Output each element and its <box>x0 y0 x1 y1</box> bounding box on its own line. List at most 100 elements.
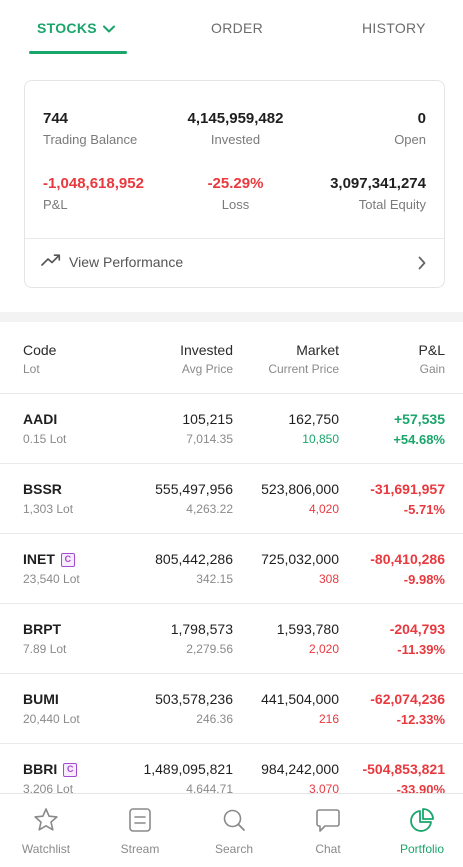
holding-market-cell: 162,750 10,850 <box>288 411 339 447</box>
holding-row[interactable]: BSSR 1,303 Lot 555,497,956 4,263.22 523,806,… <box>0 464 463 534</box>
nav-portfolio-label: Portfolio <box>399 842 445 856</box>
header-gain-label: Gain <box>419 362 445 376</box>
nav-stream-label: Stream <box>120 842 160 856</box>
tab-stocks-label: STOCKS <box>37 20 97 36</box>
holding-pnl-cell: -80,410,286 -9.98% <box>370 551 445 587</box>
portfolio-icon <box>382 806 462 834</box>
nav-watchlist-label: Watchlist <box>21 842 71 856</box>
open-label: Open <box>394 132 426 147</box>
holding-pnl: -80,410,286 <box>370 551 445 567</box>
view-performance-label: View Performance <box>69 253 184 270</box>
nav-chat-label: Chat <box>315 842 341 856</box>
holding-code-wrap: INET C <box>23 551 80 568</box>
holding-row[interactable]: BUMI 20,440 Lot 503,578,236 246.36 441,504,0… <box>0 674 463 744</box>
holding-avg-price: 246.36 <box>196 712 233 726</box>
holding-invested-cell: 1,798,573 2,279.56 <box>171 621 233 657</box>
holding-invested-cell: 555,497,956 4,263.22 <box>155 481 233 517</box>
holding-pnl-cell: -204,793 -11.39% <box>390 621 445 657</box>
header-code: Code Lot <box>23 342 56 377</box>
holding-pnl-cell: -31,691,957 -5.71% <box>370 481 445 517</box>
holding-market: 1,593,780 <box>276 621 339 637</box>
holding-pnl: -62,074,236 <box>370 691 445 707</box>
holding-market: 523,806,000 <box>261 481 339 497</box>
nav-search-label: Search <box>214 842 254 856</box>
star-icon <box>6 806 86 834</box>
holding-current-price: 4,020 <box>308 502 339 516</box>
holding-code-wrap: BRPT <box>23 621 66 638</box>
holding-lot: 1,303 Lot <box>23 502 74 516</box>
holding-avg-price: 7,014.35 <box>186 432 233 446</box>
chevron-down-icon <box>102 20 115 36</box>
holding-row[interactable]: AADI 0.15 Lot 105,215 7,014.35 162,750 10,850… <box>0 394 463 464</box>
holding-avg-price: 4,263.22 <box>186 502 233 516</box>
top-tabs: STOCKS ORDER HISTORY <box>0 0 463 56</box>
holding-code: AADI <box>23 411 58 427</box>
total-equity-value: 3,097,341,274 <box>330 175 426 192</box>
chat-icon <box>288 806 368 834</box>
holding-gain: -5.71% <box>403 502 445 517</box>
open-value: 0 <box>417 110 426 127</box>
holding-row[interactable]: BRPT 7.89 Lot 1,798,573 2,279.56 1,593,780 2,… <box>0 604 463 674</box>
tab-stocks[interactable]: STOCKS <box>37 20 115 36</box>
header-pnl: P&L Gain <box>419 342 445 377</box>
nav-watchlist[interactable]: Watchlist <box>6 806 86 856</box>
chevron-right-icon[interactable] <box>418 256 426 275</box>
portfolio-summary-card: 744 Trading Balance 4,145,959,482 Invest… <box>24 80 445 288</box>
holding-market-cell: 725,032,000 308 <box>261 551 339 587</box>
holding-market: 441,504,000 <box>261 691 339 707</box>
holding-invested: 105,215 <box>182 411 233 427</box>
holding-gain: +54.68% <box>393 432 445 447</box>
nav-stream[interactable]: Stream <box>100 806 180 856</box>
holding-market-cell: 1,593,780 2,020 <box>277 621 339 657</box>
card-divider <box>25 238 444 239</box>
total-equity-stat: 3,097,341,274 Total Equity <box>330 175 426 213</box>
holding-code-cell: AADI 0.15 Lot <box>23 411 66 447</box>
header-pnl-label: P&L <box>418 342 445 358</box>
holding-market: 984,242,000 <box>261 761 339 777</box>
holding-pnl: -204,793 <box>389 621 445 637</box>
tab-order[interactable]: ORDER <box>211 20 263 36</box>
holding-current-price: 10,850 <box>302 432 339 446</box>
holding-code-wrap: AADI <box>23 411 66 428</box>
holding-invested: 503,578,236 <box>155 691 233 707</box>
holding-invested: 1,489,095,821 <box>143 761 233 777</box>
tab-active-indicator <box>29 51 127 54</box>
invested-value: 4,145,959,482 <box>187 110 284 127</box>
header-market: Market Current Price <box>268 342 339 377</box>
invested-stat: 4,145,959,482 Invested <box>25 110 446 148</box>
nav-portfolio[interactable]: Portfolio <box>382 806 462 856</box>
holding-code: BRPT <box>23 621 62 637</box>
holding-code-wrap: BBRI C <box>23 761 78 778</box>
holding-current-price: 308 <box>318 572 339 586</box>
holding-market: 162,750 <box>288 411 339 427</box>
holding-invested-cell: 1,489,095,821 4,644.71 <box>143 761 233 797</box>
search-icon <box>194 806 274 834</box>
holding-market-cell: 984,242,000 3,070 <box>261 761 339 797</box>
view-performance-link[interactable]: View Performance <box>41 253 183 270</box>
holding-avg-price: 342.15 <box>196 572 233 586</box>
bottom-navigation: Watchlist Stream Search Chat Portfolio <box>0 793 463 867</box>
holding-lot: 20,440 Lot <box>23 712 80 726</box>
header-current-price-label: Current Price <box>268 362 339 376</box>
special-notation-badge: C <box>60 552 75 567</box>
holding-invested: 805,442,286 <box>155 551 233 567</box>
holding-market-cell: 523,806,000 4,020 <box>261 481 339 517</box>
nav-search[interactable]: Search <box>194 806 274 856</box>
tab-history[interactable]: HISTORY <box>362 20 426 36</box>
nav-chat[interactable]: Chat <box>288 806 368 856</box>
header-market-label: Market <box>296 342 339 358</box>
total-equity-label: Total Equity <box>358 197 426 212</box>
holding-gain: -9.98% <box>403 572 445 587</box>
header-invested: Invested Avg Price <box>180 342 233 377</box>
header-lot-label: Lot <box>23 362 40 376</box>
holding-pnl-cell: -504,853,821 -33.90% <box>362 761 445 797</box>
holding-invested-cell: 805,442,286 342.15 <box>155 551 233 587</box>
holdings-table-header: Code Lot Invested Avg Price Market Curre… <box>0 322 463 394</box>
holding-avg-price: 2,279.56 <box>186 642 233 656</box>
holding-row[interactable]: INET C 23,540 Lot 805,442,286 342.15 725,032,… <box>0 534 463 604</box>
holding-gain: -11.39% <box>397 642 445 657</box>
invested-label: Invested <box>210 132 261 147</box>
holding-lot: 0.15 Lot <box>23 432 67 446</box>
holding-code-wrap: BUMI <box>23 691 80 708</box>
holding-invested-cell: 503,578,236 246.36 <box>155 691 233 727</box>
